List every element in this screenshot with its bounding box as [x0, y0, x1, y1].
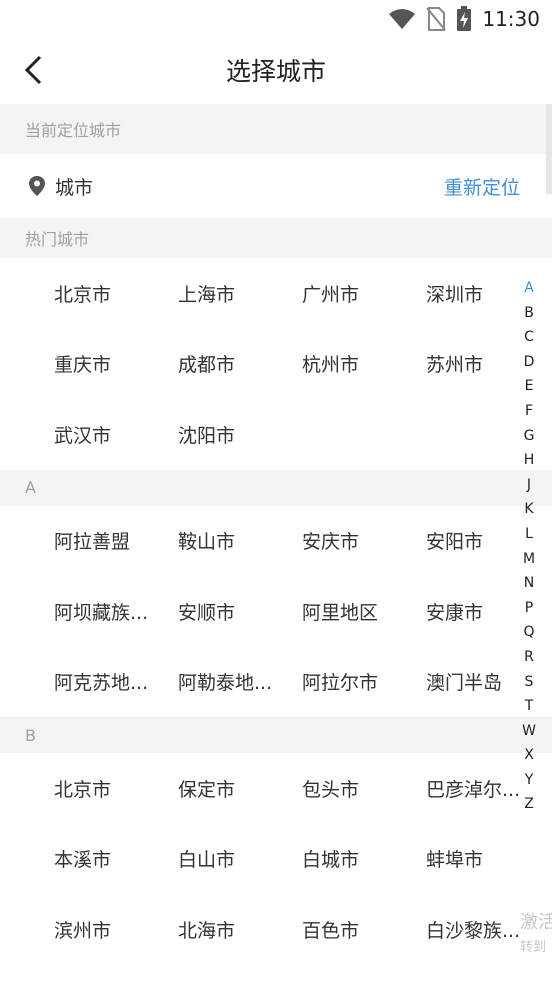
- index-letter[interactable]: K: [524, 497, 533, 522]
- index-letter[interactable]: N: [524, 571, 534, 596]
- index-letter[interactable]: Q: [523, 620, 534, 645]
- index-letter[interactable]: D: [524, 350, 535, 375]
- city-item[interactable]: 重庆市: [0, 350, 178, 377]
- group-a-grid: 阿拉善盟 鞍山市 安庆市 安阳市 阿坝藏族... 安顺市 阿里地区 安康市 阿克…: [0, 506, 552, 718]
- city-item[interactable]: 本溪市: [0, 845, 178, 872]
- scrollbar[interactable]: [546, 104, 552, 194]
- index-letter[interactable]: Y: [525, 768, 534, 793]
- city-row: 本溪市 白山市 白城市 蚌埠市: [0, 824, 552, 895]
- index-letter[interactable]: P: [525, 596, 533, 621]
- index-letter[interactable]: E: [525, 374, 534, 399]
- index-letter[interactable]: B: [524, 301, 534, 326]
- index-letter[interactable]: X: [524, 743, 534, 768]
- group-header-a: A: [0, 469, 552, 506]
- city-item[interactable]: 阿勒泰地...: [178, 668, 302, 695]
- city-item[interactable]: 巴彦淖尔...: [426, 775, 526, 802]
- activation-watermark: 激活 转到: [520, 908, 552, 955]
- city-row: 阿克苏地... 阿勒泰地... 阿拉尔市 澳门半岛: [0, 647, 552, 718]
- hot-cities-row: 武汉市 沈阳市: [0, 399, 552, 470]
- city-item[interactable]: 白沙黎族...: [426, 916, 526, 943]
- status-time: 11:30: [482, 7, 540, 31]
- hot-cities-grid: 北京市 上海市 广州市 深圳市 重庆市 成都市 杭州市 苏州市 武汉市 沈阳市: [0, 258, 552, 470]
- city-item[interactable]: 安康市: [426, 598, 526, 625]
- city-item[interactable]: 白山市: [178, 845, 302, 872]
- city-item[interactable]: 苏州市: [426, 350, 526, 377]
- index-letter[interactable]: G: [524, 424, 535, 449]
- current-location-row: 城市 重新定位: [0, 154, 552, 218]
- city-row: 滨州市 北海市 百色市 白沙黎族...: [0, 894, 552, 965]
- index-letter[interactable]: Z: [524, 792, 534, 817]
- index-letter[interactable]: W: [522, 719, 536, 744]
- city-item[interactable]: 杭州市: [302, 350, 426, 377]
- city-item[interactable]: 白城市: [302, 845, 426, 872]
- battery-charging-icon: [457, 6, 472, 31]
- location-pin-icon: [29, 176, 45, 196]
- status-bar: 11:30: [0, 0, 552, 38]
- city-row: 阿拉善盟 鞍山市 安庆市 安阳市: [0, 506, 552, 577]
- city-row: 阿坝藏族... 安顺市 阿里地区 安康市: [0, 576, 552, 647]
- city-item[interactable]: 澳门半岛: [426, 668, 526, 695]
- group-b-grid: 北京市 保定市 包头市 巴彦淖尔... 本溪市 白山市 白城市 蚌埠市 滨州市 …: [0, 753, 552, 965]
- city-item[interactable]: 沈阳市: [178, 421, 302, 448]
- city-item[interactable]: 安庆市: [302, 527, 426, 554]
- status-icons: 11:30: [388, 4, 540, 34]
- page-title: 选择城市: [225, 57, 326, 86]
- hot-cities-row: 重庆市 成都市 杭州市 苏州市: [0, 329, 552, 400]
- current-location-header: 当前定位城市: [0, 104, 552, 154]
- city-item[interactable]: 滨州市: [0, 916, 178, 943]
- relocate-button[interactable]: 重新定位: [444, 173, 520, 200]
- nav-bar: 选择城市: [0, 38, 552, 104]
- hot-cities-header: 热门城市: [0, 218, 552, 258]
- current-city[interactable]: 城市: [55, 173, 93, 200]
- city-item[interactable]: 深圳市: [426, 280, 526, 307]
- index-letter[interactable]: R: [524, 645, 534, 670]
- city-item[interactable]: 北京市: [0, 775, 178, 802]
- city-row: 北京市 保定市 包头市 巴彦淖尔...: [0, 753, 552, 824]
- city-item[interactable]: 北京市: [0, 280, 178, 307]
- wifi-icon: [389, 9, 416, 29]
- city-item[interactable]: 成都市: [178, 350, 302, 377]
- city-item[interactable]: 百色市: [302, 916, 426, 943]
- index-letter[interactable]: M: [523, 547, 535, 572]
- index-letter[interactable]: C: [524, 325, 534, 350]
- watermark-line-1: 激活: [520, 912, 552, 933]
- group-header-b: B: [0, 717, 552, 753]
- index-letter[interactable]: J: [527, 473, 531, 498]
- city-item[interactable]: 安顺市: [178, 598, 302, 625]
- index-letter[interactable]: S: [525, 670, 534, 695]
- city-item[interactable]: 北海市: [178, 916, 302, 943]
- city-item[interactable]: 蚌埠市: [426, 845, 526, 872]
- city-item[interactable]: 上海市: [178, 280, 302, 307]
- watermark-line-2: 转到: [520, 940, 547, 955]
- city-item[interactable]: 阿里地区: [302, 598, 426, 625]
- city-item[interactable]: 武汉市: [0, 421, 178, 448]
- alphabet-index[interactable]: ABCDEFGHJKLMNPQRSTWXYZ: [514, 276, 544, 817]
- city-item[interactable]: 包头市: [302, 775, 426, 802]
- city-item[interactable]: 保定市: [178, 775, 302, 802]
- city-item[interactable]: 鞍山市: [178, 527, 302, 554]
- index-letter[interactable]: H: [524, 448, 535, 473]
- no-sim-icon: [426, 7, 447, 31]
- city-item[interactable]: 安阳市: [426, 527, 526, 554]
- city-item[interactable]: 阿拉善盟: [0, 527, 178, 554]
- city-item[interactable]: 阿拉尔市: [302, 668, 426, 695]
- index-letter[interactable]: A: [524, 276, 534, 301]
- city-item[interactable]: 广州市: [302, 280, 426, 307]
- hot-cities-row: 北京市 上海市 广州市 深圳市: [0, 258, 552, 329]
- index-letter[interactable]: F: [525, 399, 533, 424]
- index-letter[interactable]: T: [525, 694, 534, 719]
- city-item[interactable]: 阿克苏地...: [0, 668, 178, 695]
- city-item[interactable]: 阿坝藏族...: [0, 598, 178, 625]
- index-letter[interactable]: L: [525, 522, 533, 547]
- city-list[interactable]: 当前定位城市 城市 重新定位 热门城市 北京市 上海市 广州市 深圳市 重庆市 …: [0, 104, 552, 983]
